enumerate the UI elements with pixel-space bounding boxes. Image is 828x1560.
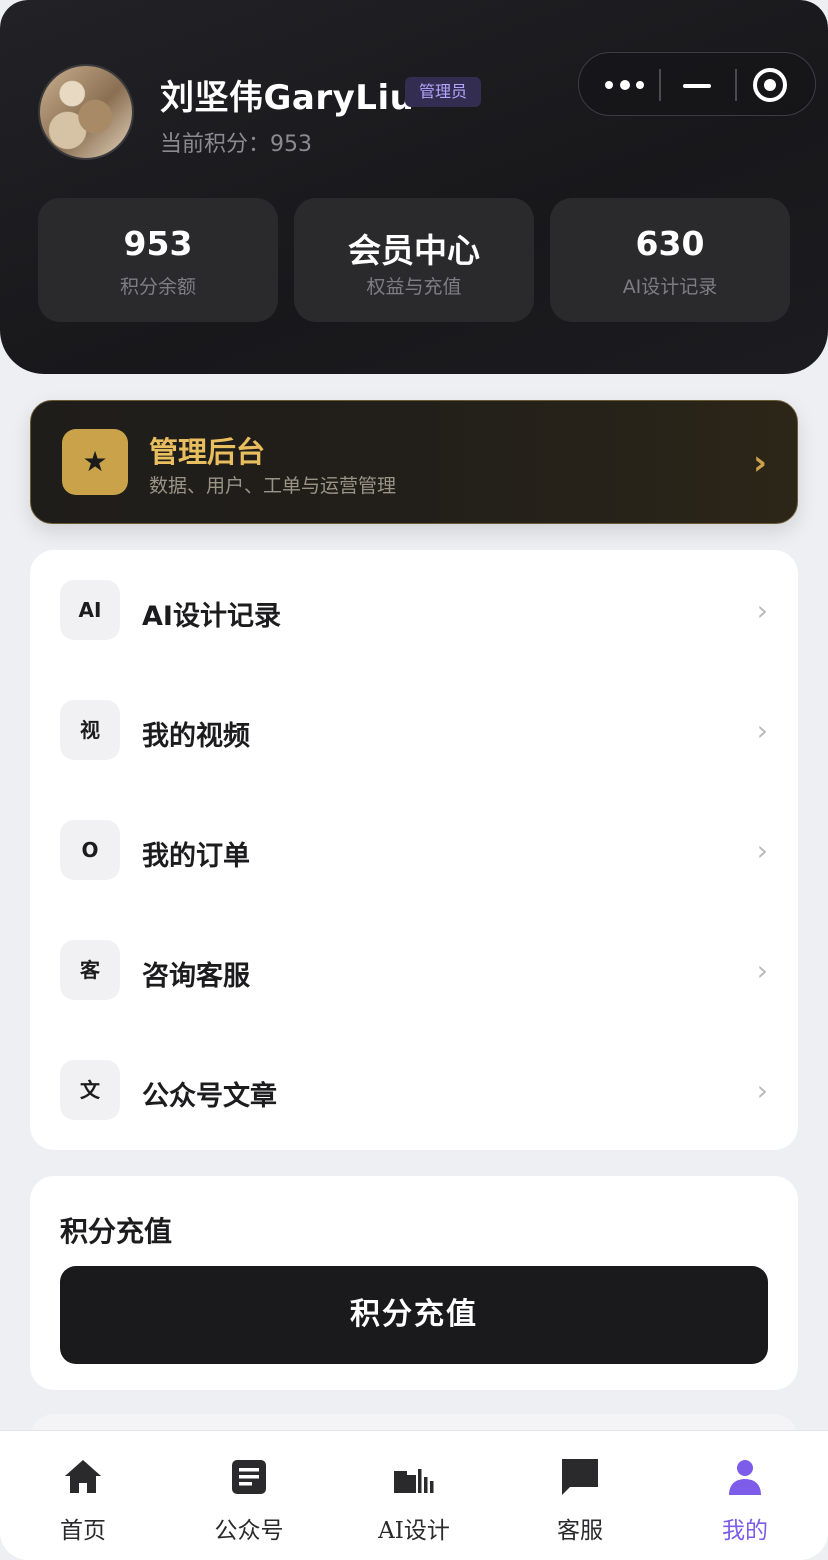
user-name: 刘坚伟GaryLiu — [160, 78, 415, 118]
recharge-card: 积分充值 积分充值 — [30, 1176, 798, 1390]
menu-item-label: AI设计记录 — [142, 601, 281, 632]
chat-icon — [562, 1459, 598, 1495]
target-close-icon[interactable] — [753, 68, 787, 102]
menu-item-my-orders[interactable]: O 我的订单 › — [30, 790, 798, 910]
chevron-right-icon: › — [756, 714, 768, 747]
profile-header: 刘坚伟GaryLiu 管理员 当前积分：953 953 积分余额 会员中心 权益… — [0, 0, 828, 374]
more-dots-icon[interactable] — [605, 73, 645, 97]
menu-item-articles[interactable]: 文 公众号文章 › — [30, 1030, 798, 1150]
menu-item-label: 咨询客服 — [142, 961, 250, 992]
recharge-heading: 积分充值 — [60, 1215, 173, 1248]
video-icon: 视 — [60, 700, 120, 760]
stat-label: 权益与充值 — [366, 276, 462, 298]
menu-item-label: 我的视频 — [142, 721, 250, 752]
stat-card-ai-records[interactable]: 630 AI设计记录 — [550, 198, 790, 322]
recharge-button[interactable]: 积分充值 — [60, 1266, 768, 1364]
stat-value: 953 — [123, 224, 193, 263]
chevron-right-icon: › — [752, 443, 767, 483]
chevron-right-icon: › — [756, 1074, 768, 1107]
bottom-tab-bar: 首页 公众号 AI设计 客服 我的 — [0, 1430, 828, 1560]
app-frame: 刘坚伟GaryLiu 管理员 当前积分：953 953 积分余额 会员中心 权益… — [0, 0, 828, 1560]
tab-label: 客服 — [557, 1518, 603, 1544]
article-icon: 文 — [60, 1060, 120, 1120]
tab-label: 首页 — [60, 1518, 106, 1544]
menu-item-label: 公众号文章 — [142, 1081, 277, 1112]
stat-label: 积分余额 — [119, 276, 196, 298]
stat-card-membership[interactable]: 会员中心 权益与充值 — [294, 198, 534, 322]
order-icon: O — [60, 820, 120, 880]
stat-card-points[interactable]: 953 积分余额 — [38, 198, 278, 322]
tab-label: AI设计 — [378, 1518, 450, 1544]
tab-home[interactable]: 首页 — [0, 1431, 166, 1560]
tab-official-account[interactable]: 公众号 — [166, 1431, 332, 1560]
user-icon — [729, 1460, 761, 1495]
tab-customer-service[interactable]: 客服 — [497, 1431, 663, 1560]
tab-label: 公众号 — [214, 1518, 284, 1544]
service-icon: 客 — [60, 940, 120, 1000]
admin-title: 管理后台 — [149, 435, 266, 469]
ai-icon: AI — [60, 580, 120, 640]
tab-ai-design[interactable]: AI设计 — [331, 1431, 497, 1560]
admin-console-card[interactable]: ★ 管理后台 数据、用户、工单与运营管理 › — [30, 400, 798, 524]
chevron-right-icon: › — [756, 954, 768, 987]
admin-subtitle: 数据、用户、工单与运营管理 — [149, 475, 397, 497]
chevron-right-icon: › — [756, 834, 768, 867]
minimize-icon[interactable] — [683, 84, 711, 88]
home-icon — [65, 1460, 101, 1493]
stat-label: AI设计记录 — [622, 276, 718, 298]
menu-item-label: 我的订单 — [142, 841, 250, 872]
current-points: 当前积分：953 — [160, 132, 312, 157]
menu-item-ai-records[interactable]: AI AI设计记录 › — [30, 550, 798, 670]
tab-label: 我的 — [722, 1518, 768, 1544]
role-badge: 管理员 — [405, 77, 482, 107]
menu-item-my-videos[interactable]: 视 我的视频 › — [30, 670, 798, 790]
capsule-divider — [659, 69, 661, 101]
article-icon — [232, 1460, 266, 1494]
menu-item-customer-service[interactable]: 客 咨询客服 › — [30, 910, 798, 1030]
design-chart-icon — [394, 1469, 434, 1493]
menu-list: AI AI设计记录 › 视 我的视频 › O 我的订单 › 客 咨询客服 › 文… — [30, 550, 798, 1150]
mini-program-capsule — [578, 52, 816, 116]
capsule-divider — [735, 69, 737, 101]
avatar[interactable] — [38, 64, 134, 160]
stat-value: 630 — [635, 224, 705, 263]
chevron-right-icon: › — [756, 594, 768, 627]
stat-value: 会员中心 — [348, 231, 480, 270]
star-icon: ★ — [62, 429, 128, 495]
tab-mine[interactable]: 我的 — [662, 1431, 828, 1560]
